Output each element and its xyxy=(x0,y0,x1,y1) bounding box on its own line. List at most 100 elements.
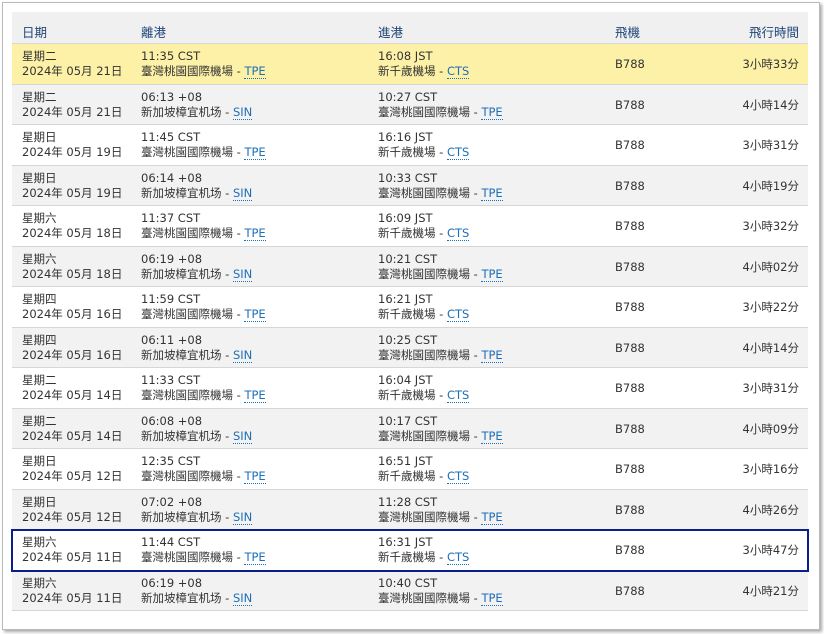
table-row[interactable]: 星期二 2024年 05月 21日 11:35 CST 臺灣桃園國際機場 - TPE 1… xyxy=(12,44,808,85)
aircraft-cell: B788 xyxy=(615,462,645,476)
table-row[interactable]: 星期二 2024年 05月 21日 06:13 +08 新加坡樟宜机场 - SIN 10… xyxy=(12,84,808,125)
table-row[interactable]: 星期六 2024年 05月 18日 11:37 CST 臺灣桃園國際機場 - TPE 1… xyxy=(12,206,808,247)
departure-time: 06:19 +08 xyxy=(141,575,203,590)
arrival-airport-code-link[interactable]: TPE xyxy=(481,347,503,363)
date-cell: 星期二 2024年 05月 21日 xyxy=(22,49,122,79)
table-row[interactable]: 星期六 2024年 05月 11日 06:19 +08 新加坡樟宜机场 - SIN 10… xyxy=(12,570,808,611)
table-row[interactable]: 星期二 2024年 05月 14日 11:33 CST 臺灣桃園國際機場 - TPE 1… xyxy=(12,368,808,409)
flight-date: 2024年 05月 21日 xyxy=(22,104,123,119)
arrival-cell: 10:40 CST 臺灣桃園國際機場 - TPE xyxy=(378,575,503,606)
arrival-airport-code-link[interactable]: TPE xyxy=(481,266,503,282)
departure-cell: 06:19 +08 新加坡樟宜机场 - SIN xyxy=(141,251,253,282)
table-row[interactable]: 星期四 2024年 05月 16日 06:11 +08 新加坡樟宜机场 - SIN 10… xyxy=(12,327,808,368)
arrival-time: 16:31 JST xyxy=(378,535,433,549)
departure-airport-code-link[interactable]: SIN xyxy=(232,509,253,525)
table-row[interactable]: 星期四 2024年 05月 16日 11:59 CST 臺灣桃園國際機場 - TPE 1… xyxy=(12,287,808,328)
weekday: 星期二 xyxy=(22,373,57,387)
flight-date: 2024年 05月 16日 xyxy=(22,347,123,362)
table-row[interactable]: 星期日 2024年 05月 12日 12:35 CST 臺灣桃園國際機場 - TPE 1… xyxy=(12,449,808,490)
departure-airport-code-link[interactable]: TPE xyxy=(244,307,266,322)
duration-cell: 4小時26分 xyxy=(742,502,799,517)
departure-airport-code-link[interactable]: SIN xyxy=(232,590,253,606)
arrival-cell: 10:17 CST 臺灣桃園國際機場 - TPE xyxy=(378,413,503,444)
departure-airport-code-link[interactable]: SIN xyxy=(232,185,253,201)
date-cell: 星期四 2024年 05月 16日 xyxy=(22,292,122,322)
table-row[interactable]: 星期六 2024年 05月 11日 11:44 CST 臺灣桃園國際機場 - TPE 1… xyxy=(11,529,809,572)
arrival-cell: 16:09 JST 新千歲機場 - CTS xyxy=(378,211,470,241)
arrival-airport-code-link[interactable]: TPE xyxy=(481,509,503,525)
arrival-time: 10:25 CST xyxy=(378,332,438,347)
departure-cell: 06:13 +08 新加坡樟宜机场 - SIN xyxy=(141,89,253,120)
table-row[interactable]: 星期二 2024年 05月 14日 06:08 +08 新加坡樟宜机场 - SIN 10… xyxy=(12,408,808,449)
departure-cell: 11:35 CST 臺灣桃園國際機場 - TPE xyxy=(141,49,266,79)
aircraft-cell: B788 xyxy=(615,381,645,395)
arrival-airport-code-link[interactable]: TPE xyxy=(481,185,503,201)
arrival-cell: 11:28 CST 臺灣桃園國際機場 - TPE xyxy=(378,494,503,525)
departure-airport-code-link[interactable]: TPE xyxy=(244,469,266,484)
flight-date: 2024年 05月 14日 xyxy=(22,428,123,443)
arrival-time: 16:21 JST xyxy=(378,292,433,306)
date-cell: 星期六 2024年 05月 11日 xyxy=(22,535,122,565)
departure-airport-code-link[interactable]: TPE xyxy=(244,145,266,160)
departure-airport-code-link[interactable]: TPE xyxy=(244,388,266,403)
date-cell: 星期日 2024年 05月 12日 xyxy=(22,454,122,484)
table-row[interactable]: 星期日 2024年 05月 19日 06:14 +08 新加坡樟宜机场 - SIN 10… xyxy=(12,165,808,206)
weekday: 星期二 xyxy=(22,49,57,63)
date-cell: 星期二 2024年 05月 14日 xyxy=(22,414,122,444)
weekday: 星期六 xyxy=(22,251,57,266)
arrival-airport: 臺灣桃園國際機場 xyxy=(378,428,470,443)
arrival-airport-code-link[interactable]: CTS xyxy=(446,145,470,160)
table-row[interactable]: 星期日 2024年 05月 12日 07:02 +08 新加坡樟宜机场 - SIN 11… xyxy=(12,489,808,530)
weekday: 星期四 xyxy=(22,332,57,347)
departure-time: 11:33 CST xyxy=(141,373,201,387)
departure-airport: 臺灣桃園國際機場 xyxy=(141,145,233,159)
departure-airport: 臺灣桃園國際機場 xyxy=(141,469,233,483)
flight-date: 2024年 05月 18日 xyxy=(22,226,123,240)
table-row[interactable]: 星期六 2024年 05月 18日 06:19 +08 新加坡樟宜机场 - SIN 10… xyxy=(12,246,808,287)
departure-time: 06:14 +08 xyxy=(141,170,203,185)
flight-date: 2024年 05月 16日 xyxy=(22,307,123,321)
departure-airport-code-link[interactable]: SIN xyxy=(232,428,253,444)
table-row[interactable]: 星期日 2024年 05月 19日 11:45 CST 臺灣桃園國際機場 - TPE 1… xyxy=(12,125,808,166)
arrival-airport-code-link[interactable]: CTS xyxy=(446,550,470,565)
aircraft-cell: B788 xyxy=(615,259,645,274)
departure-cell: 11:59 CST 臺灣桃園國際機場 - TPE xyxy=(141,292,266,322)
header-aircraft: 飛機 xyxy=(615,25,641,40)
aircraft-cell: B788 xyxy=(615,138,645,152)
arrival-airport-code-link[interactable]: TPE xyxy=(481,428,503,444)
flight-date: 2024年 05月 11日 xyxy=(22,550,123,564)
departure-airport-code-link[interactable]: SIN xyxy=(232,347,253,363)
arrival-cell: 10:21 CST 臺灣桃園國際機場 - TPE xyxy=(378,251,503,282)
departure-time: 11:37 CST xyxy=(141,211,201,225)
arrival-cell: 16:21 JST 新千歲機場 - CTS xyxy=(378,292,470,322)
arrival-airport-code-link[interactable]: TPE xyxy=(481,104,503,120)
arrival-airport-code-link[interactable]: CTS xyxy=(446,388,470,403)
arrival-airport: 新千歲機場 xyxy=(378,64,436,78)
departure-airport-code-link[interactable]: TPE xyxy=(244,550,266,565)
weekday: 星期日 xyxy=(22,170,57,185)
departure-time: 06:13 +08 xyxy=(141,89,203,104)
flight-date: 2024年 05月 12日 xyxy=(22,469,123,483)
arrival-airport-code-link[interactable]: CTS xyxy=(446,307,470,322)
arrival-airport-code-link[interactable]: CTS xyxy=(446,226,470,241)
departure-time: 06:19 +08 xyxy=(141,251,203,266)
arrival-airport-code-link[interactable]: CTS xyxy=(446,64,470,79)
header-duration: 飛行時間 xyxy=(748,25,799,40)
departure-airport-code-link[interactable]: SIN xyxy=(232,104,253,120)
aircraft-cell: B788 xyxy=(615,421,645,436)
departure-airport-code-link[interactable]: TPE xyxy=(244,226,266,241)
duration-cell: 4小時21分 xyxy=(742,583,799,598)
departure-airport-code-link[interactable]: SIN xyxy=(232,266,253,282)
arrival-cell: 16:04 JST 新千歲機場 - CTS xyxy=(378,373,470,403)
flight-date: 2024年 05月 19日 xyxy=(22,185,123,200)
departure-airport-code-link[interactable]: TPE xyxy=(244,64,266,79)
departure-cell: 11:45 CST 臺灣桃園國際機場 - TPE xyxy=(141,130,266,160)
arrival-airport: 新千歲機場 xyxy=(378,550,436,564)
header-date: 日期 xyxy=(22,25,48,40)
arrival-cell: 16:08 JST 新千歲機場 - CTS xyxy=(378,49,470,79)
arrival-time: 16:04 JST xyxy=(378,373,433,387)
arrival-cell: 16:31 JST 新千歲機場 - CTS xyxy=(378,535,470,565)
arrival-airport-code-link[interactable]: TPE xyxy=(481,590,503,606)
duration-cell: 3小時31分 xyxy=(742,138,799,152)
arrival-airport-code-link[interactable]: CTS xyxy=(446,469,470,484)
